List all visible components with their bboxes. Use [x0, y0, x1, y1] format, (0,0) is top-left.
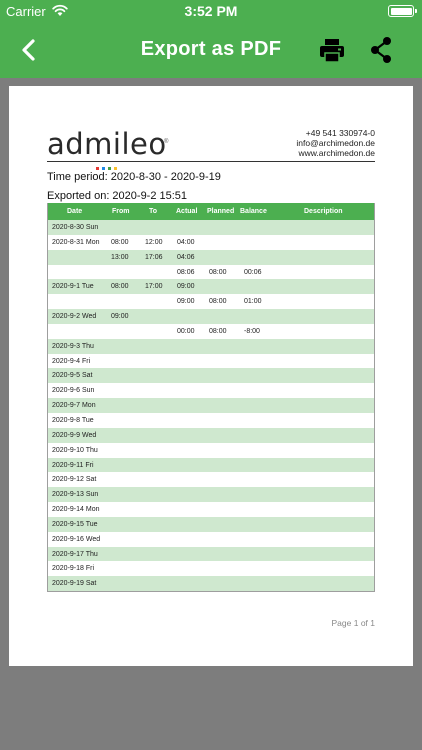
cell-date: 2020-9-19 Sat	[52, 580, 97, 588]
col-description: Description	[304, 208, 343, 215]
table-row: 2020-9-3 Thu	[48, 338, 374, 354]
cell-date: 2020-9-18 Fri	[52, 565, 95, 573]
cell-date: 2020-9-14 Mon	[52, 506, 100, 514]
cell-balance: -8:00	[244, 327, 260, 335]
contact-phone: +49 541 330974-0	[305, 128, 375, 138]
cell-date: 2020-9-8 Tue	[52, 416, 94, 424]
header-divider	[47, 161, 375, 162]
table-row: 2020-9-14 Mon	[48, 502, 374, 517]
cell-to: 17:06	[145, 253, 163, 261]
col-balance: Balance	[240, 208, 267, 215]
col-to: To	[149, 208, 158, 215]
table-row: 2020-9-18 Fri	[48, 561, 374, 576]
table-row: 2020-9-12 Sat	[48, 472, 374, 487]
cell-to: 12:00	[145, 238, 163, 246]
cell-date: 2020-9-12 Sat	[52, 476, 97, 484]
cell-date: 2020-9-5 Sat	[52, 372, 93, 380]
cell-date: 2020-9-3 Thu	[52, 342, 94, 350]
col-planned: Planned	[207, 208, 235, 215]
cell-date: 2020-9-1 Tue	[52, 283, 94, 291]
table-row: 2020-9-5 Sat	[48, 368, 374, 384]
cell-actual: 04:06	[177, 253, 195, 261]
contact-email: info@archimedon.de	[296, 138, 375, 148]
cell-from: 13:00	[111, 253, 129, 261]
clock: 3:52 PM	[184, 3, 238, 19]
cell-planned: 08:00	[209, 298, 227, 306]
table-row: 2020-9-16 Wed	[48, 532, 374, 547]
cell-date: 2020-9-6 Sun	[52, 387, 95, 395]
cell-date: 2020-9-15 Tue	[52, 520, 98, 528]
table-row: 2020-9-2 Wed 09:00	[48, 309, 374, 324]
cell-date: 2020-9-2 Wed	[52, 313, 97, 321]
cell-date: 2020-8-30 Sun	[52, 224, 99, 231]
col-from: From	[112, 208, 130, 215]
cell-actual: 09:00	[177, 283, 195, 291]
table-row: 2020-8-31 Mon 08:00 12:00 04:00	[48, 235, 374, 250]
table-body: 2020-8-30 Sun 2020-8-31 Mon 08:00 12:00 04:0…	[48, 220, 374, 592]
table-row: 2020-9-4 Fri	[48, 354, 374, 369]
logo-registered-mark: ®	[164, 139, 169, 145]
table-row: 2020-9-13 Sun	[48, 487, 374, 503]
contact-website: www.archimedon.de	[298, 148, 375, 158]
col-actual: Actual	[176, 208, 198, 215]
cell-actual: 08:06	[177, 268, 195, 276]
nav-bar: Export as PDF	[0, 22, 422, 78]
time-period: Time period: 2020-8-30 - 2020-9-19	[47, 171, 221, 183]
logo-wordmark: admileo	[47, 127, 167, 161]
battery-icon	[388, 5, 417, 17]
page-title: Export as PDF	[140, 38, 282, 60]
table-row: 08:06 08:00 00:06	[48, 265, 374, 280]
table-row: 2020-9-11 Fri	[48, 457, 374, 473]
table-row: 2020-9-17 Thu	[48, 546, 374, 562]
cell-from: 08:00	[111, 283, 129, 291]
cell-from: 09:00	[111, 313, 129, 321]
cell-date: 2020-9-10 Thu	[52, 446, 98, 454]
cell-balance: 00:06	[244, 268, 262, 276]
timesheet-table: Date From To Actual Planned Balance Desc…	[47, 203, 375, 593]
page-number: Page 1 of 1	[331, 618, 375, 628]
table-row: 2020-9-15 Tue	[48, 516, 374, 532]
table-row: 2020-9-19 Sat	[48, 576, 374, 592]
exported-on: Exported on: 2020-9-2 15:51	[47, 190, 188, 202]
cell-actual: 00:00	[177, 327, 195, 335]
cell-balance: 01:00	[244, 298, 262, 306]
table-row: 2020-8-30 Sun	[48, 220, 374, 235]
cell-date: 2020-9-11 Fri	[52, 461, 94, 469]
cell-date: 2020-9-13 Sun	[52, 491, 99, 499]
table-row: 09:00 08:00 01:00	[48, 294, 374, 309]
table-row: 00:00 08:00 -8:00	[48, 324, 374, 339]
cell-date: 2020-8-31 Mon	[52, 238, 100, 246]
logo-color-dots	[96, 157, 120, 170]
table-row: 2020-9-6 Sun	[48, 383, 374, 398]
col-date: Date	[67, 208, 83, 215]
company-contact: +49 541 330974-0 info@archimedon.de www.…	[296, 128, 375, 158]
table-header: Date From To Actual Planned Balance Desc…	[48, 203, 374, 220]
cell-date: 2020-9-9 Wed	[52, 431, 97, 439]
cell-to: 17:00	[145, 283, 163, 291]
cell-date: 2020-9-17 Thu	[52, 550, 98, 558]
pdf-page-preview: admileo ® +49 541 330974-0 info@archimed…	[9, 86, 413, 666]
table-row: 2020-9-7 Mon	[48, 398, 374, 413]
cell-planned: 08:00	[209, 268, 227, 276]
share-icon[interactable]	[368, 35, 394, 65]
cell-date: 2020-9-4 Fri	[52, 357, 91, 365]
table-row: 2020-9-10 Thu	[48, 443, 374, 458]
table-row: 2020-9-8 Tue	[48, 413, 374, 428]
table-row: 2020-9-9 Wed	[48, 427, 374, 443]
cell-actual: 04:00	[177, 238, 195, 246]
status-bar: Carrier 3:52 PM	[0, 0, 422, 22]
admileo-logo: admileo ®	[47, 124, 177, 170]
table-row: 2020-9-1 Tue 08:00 17:00 09:00	[48, 279, 374, 295]
printer-icon[interactable]	[318, 36, 346, 64]
cell-actual: 09:00	[177, 298, 195, 306]
cell-date: 2020-9-16 Wed	[52, 535, 101, 543]
cell-date: 2020-9-7 Mon	[52, 402, 96, 410]
cell-from: 08:00	[111, 238, 129, 246]
table-row: 13:00 17:06 04:06	[48, 249, 374, 265]
cell-planned: 08:00	[209, 327, 227, 335]
